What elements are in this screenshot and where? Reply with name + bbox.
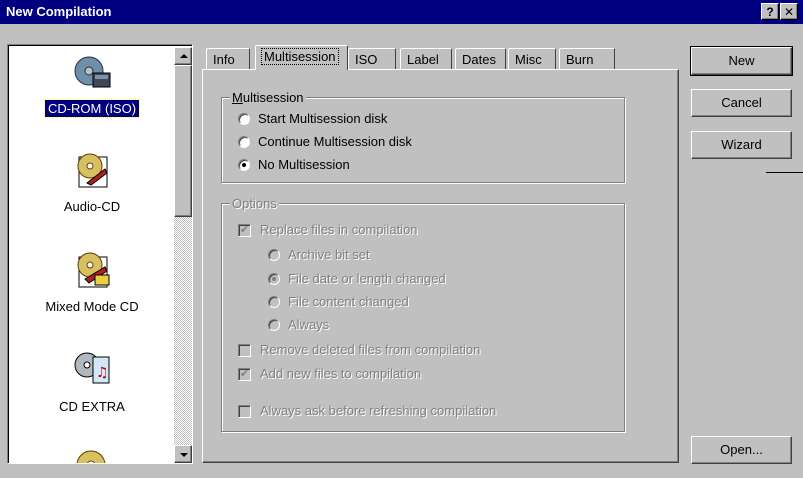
radio-dot [272, 277, 276, 281]
separator-line [766, 172, 803, 173]
multisession-group-title: Multisession [230, 90, 306, 105]
tab-info[interactable]: Info [206, 48, 250, 70]
mixed-mode-cd-icon [77, 252, 110, 288]
continue-multisession-label[interactable]: Continue Multisession disk [258, 134, 412, 149]
start-multisession-label[interactable]: Start Multisession disk [258, 111, 387, 126]
archive-bit-radio[interactable] [268, 249, 280, 261]
continue-multisession-radio[interactable] [238, 136, 250, 148]
file-date-radio[interactable] [268, 273, 280, 285]
cd-icon [76, 450, 106, 463]
remove-deleted-label: Remove deleted files from compilation [260, 342, 481, 357]
list-item-cd-rom-iso[interactable]: CD-ROM (ISO) [10, 47, 174, 147]
options-group-title: Options [230, 196, 279, 211]
scroll-thumb[interactable] [174, 65, 192, 217]
arrow-down-icon [180, 453, 188, 457]
radio-dot [242, 163, 246, 167]
new-button[interactable]: New [690, 46, 793, 76]
window-title: New Compilation [6, 4, 112, 19]
list-item-label: Mixed Mode CD [45, 299, 139, 314]
wizard-button[interactable]: Wizard [691, 131, 792, 159]
title-bar: New Compilation ? ✕ [0, 0, 803, 24]
list-item-audio-cd[interactable]: Audio-CD [10, 147, 174, 247]
cd-rom-iso-icon [74, 56, 111, 88]
compilation-type-list[interactable]: CD-ROM (ISO) Audio-CD Mixed Mode CD ♫ CD… [7, 44, 193, 464]
add-new-label: Add new files to compilation [260, 366, 422, 381]
arrow-up-icon [180, 54, 188, 58]
tab-burn[interactable]: Burn [559, 48, 615, 70]
audio-cd-icon [77, 153, 108, 188]
no-multisession-label[interactable]: No Multisession [258, 157, 350, 172]
tab-panel-multisession: Multisession Start Multisession disk Con… [202, 69, 679, 463]
always-ask-checkbox[interactable] [238, 405, 251, 418]
file-content-label: File content changed [288, 294, 409, 309]
list-item-label: CD-ROM (ISO) [10, 99, 174, 118]
tab-misc[interactable]: Misc [508, 48, 556, 70]
open-button[interactable]: Open... [691, 436, 792, 464]
scroll-up-button[interactable] [174, 47, 192, 65]
no-multisession-radio[interactable] [238, 159, 250, 171]
replace-files-checkbox[interactable]: ✔ [238, 224, 251, 237]
always-radio[interactable] [268, 319, 280, 331]
list-item-label: Audio-CD [63, 199, 121, 214]
always-label: Always [288, 317, 330, 332]
list-item-mixed-mode-cd[interactable]: Mixed Mode CD [10, 247, 174, 347]
list-item-cd-extra[interactable]: ♫ CD EXTRA [10, 347, 174, 447]
options-group: Options ✔ Replace files in compilation A… [221, 196, 625, 432]
remove-deleted-checkbox[interactable] [238, 344, 251, 357]
cd-extra-icon: ♫ [74, 352, 110, 384]
svg-text:♫: ♫ [96, 365, 109, 381]
help-button[interactable]: ? [761, 3, 779, 20]
start-multisession-radio[interactable] [238, 113, 250, 125]
list-scrollbar[interactable] [174, 47, 192, 463]
tab-label[interactable]: Label [400, 48, 452, 70]
tab-multisession[interactable]: Multisession [255, 45, 348, 70]
multisession-group: Multisession Start Multisession disk Con… [221, 90, 625, 183]
close-button[interactable]: ✕ [780, 3, 798, 20]
replace-files-label: Replace files in compilation [260, 222, 418, 237]
cancel-button[interactable]: Cancel [691, 89, 792, 117]
file-content-radio[interactable] [268, 296, 280, 308]
file-date-label: File date or length changed [288, 271, 446, 286]
tab-iso[interactable]: ISO [348, 48, 396, 70]
tab-dates[interactable]: Dates [455, 48, 506, 70]
archive-bit-label: Archive bit set [288, 247, 370, 262]
list-item-partial[interactable] [10, 445, 174, 463]
add-new-checkbox[interactable]: ✔ [238, 368, 251, 381]
scroll-down-button[interactable] [174, 445, 192, 463]
list-item-label: CD EXTRA [59, 399, 125, 414]
always-ask-label: Always ask before refreshing compilation [260, 403, 497, 418]
